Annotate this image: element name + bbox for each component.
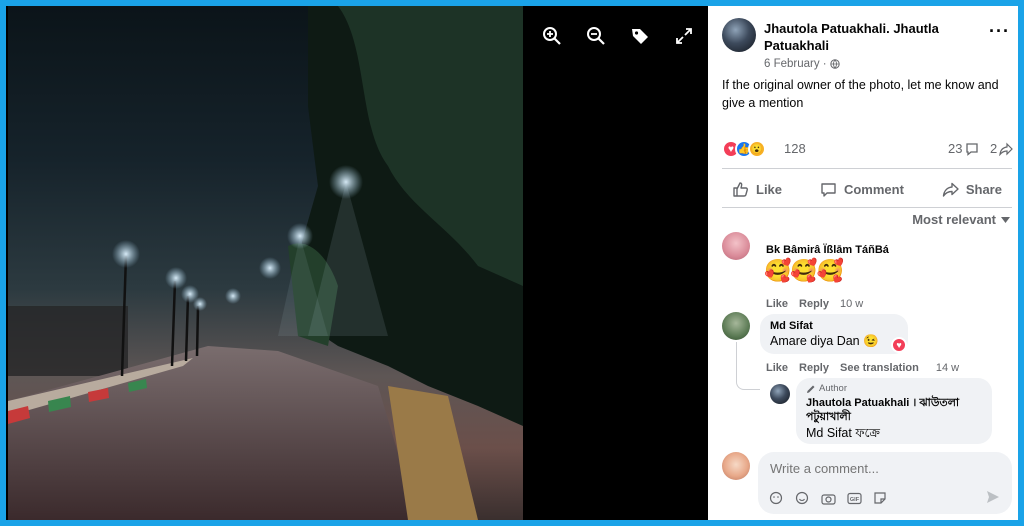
comment-like-link[interactable]: Like [766, 362, 788, 374]
post-date-text: 6 February · [764, 58, 827, 70]
tag-icon[interactable] [628, 24, 652, 48]
comment-reply-link[interactable]: Reply [799, 362, 829, 374]
comment-item: Bk Bâmirâ Ïßlām TáñBá 🥰🥰🥰 Like Reply 10 … [722, 232, 1012, 312]
globe-icon [829, 59, 840, 69]
commenter-avatar[interactable] [722, 232, 750, 260]
svg-text:GIF: GIF [849, 497, 859, 503]
zoom-in-icon[interactable] [540, 24, 564, 48]
share-arrow-icon [999, 142, 1014, 156]
photo-scene-illustration [8, 6, 523, 520]
comment-button-label: Comment [843, 181, 904, 197]
post-caption: If the original owner of the photo, let … [722, 78, 999, 110]
camera-icon[interactable] [820, 490, 836, 506]
reply-bubble: Author Jhautola Patuakhali । ঝাউতলা পটুয… [796, 378, 992, 444]
reply-text: Md Sifat ফক্রে [806, 426, 880, 440]
pencil-icon [807, 385, 815, 393]
share-count[interactable]: 2 [990, 141, 1014, 156]
comment-meta: Like Reply See translation 14 w [766, 362, 959, 374]
see-translation-link[interactable]: See translation [840, 362, 919, 374]
photo-pane [6, 6, 706, 520]
share-icon [942, 182, 959, 197]
wow-reaction-icon: 😮 [748, 140, 766, 158]
viewer-toolbar [540, 24, 696, 48]
share-button[interactable]: Share [932, 177, 1012, 202]
author-badge-label: Author [819, 383, 847, 394]
comment-bubble: Md Sifat Amare diya Dan 😉 [760, 314, 908, 354]
page-avatar[interactable] [722, 18, 756, 52]
comment-meta: Like Reply 10 w [766, 298, 863, 310]
fullscreen-icon[interactable] [672, 24, 696, 48]
share-button-label: Share [965, 181, 1002, 197]
emoji-icon[interactable] [794, 490, 810, 506]
post-side-panel: Jhautola Patuakhali. Jhautla Patuakhali … [708, 6, 1018, 520]
caret-down-icon [1001, 216, 1010, 223]
zoom-out-icon[interactable] [584, 24, 608, 48]
comment-reply-link[interactable]: Reply [799, 298, 829, 310]
like-button-label: Like [756, 181, 783, 197]
comment-count-number: 23 [948, 141, 963, 156]
commenter-name[interactable]: Bk Bâmirâ Ïßlām TáñBá [766, 244, 889, 256]
divider-bottom [722, 207, 1012, 208]
avatar-sticker-icon[interactable] [768, 490, 784, 506]
send-icon[interactable] [986, 490, 1000, 509]
comment-text: 🥰🥰🥰 [764, 258, 844, 283]
reply-thread-line [736, 342, 760, 390]
reply-author-avatar[interactable] [770, 384, 790, 404]
gif-icon[interactable]: GIF [846, 490, 862, 506]
post-header: Jhautola Patuakhali. Jhautla Patuakhali … [722, 18, 1012, 70]
post-timestamp[interactable]: 6 February · [764, 58, 840, 70]
comment-time[interactable]: 10 w [840, 298, 863, 310]
reply-item: Author Jhautola Patuakhali । ঝাউতলা পটুয… [770, 376, 1010, 448]
comment-like-link[interactable]: Like [766, 298, 788, 310]
like-button[interactable]: Like [722, 177, 792, 202]
post-stats: ♥ 👍 😮 128 23 2 [722, 138, 1014, 160]
commenter-name[interactable]: Md Sifat [770, 320, 898, 332]
commenter-avatar[interactable] [722, 312, 750, 340]
reaction-count[interactable]: 128 [784, 141, 806, 156]
page-name-link[interactable]: Jhautola Patuakhali. Jhautla Patuakhali [764, 20, 974, 54]
comment-content: Amare diya Dan 😉 [770, 334, 898, 349]
share-count-number: 2 [990, 141, 998, 156]
comment-text: Amare diya Dan 😉 [770, 334, 879, 348]
comment-bubble-icon [966, 142, 979, 156]
post-photo[interactable] [8, 6, 523, 520]
comment-time[interactable]: 14 w [936, 362, 959, 374]
current-user-avatar[interactable] [722, 452, 750, 480]
comment-count[interactable]: 23 [948, 141, 979, 156]
sort-label: Most relevant [912, 212, 996, 227]
thumbs-up-icon [733, 181, 748, 197]
post-action-bar: Like Comment Share [722, 172, 1012, 206]
reply-author-name[interactable]: Jhautola Patuakhali । ঝাউতলা পটুয়াখালী [806, 396, 982, 424]
comment-input[interactable] [770, 461, 1000, 476]
reaction-icons[interactable]: ♥ 👍 😮 [722, 140, 766, 158]
author-badge: Author [806, 383, 982, 394]
more-options-icon[interactable]: ··· [989, 22, 1010, 40]
comment-sort-dropdown[interactable]: Most relevant [912, 212, 1010, 227]
love-reaction-icon[interactable]: ♥ [891, 337, 907, 353]
comment-item: Md Sifat Amare diya Dan 😉 ♥ Like Reply S… [722, 312, 1012, 374]
composer-toolbar: GIF [768, 490, 888, 506]
divider-top [722, 168, 1012, 169]
comment-button[interactable]: Comment [810, 177, 914, 202]
comment-icon [821, 182, 836, 197]
sticker-icon[interactable] [872, 490, 888, 506]
comment-composer: GIF [758, 452, 1012, 514]
photo-viewer: Jhautola Patuakhali. Jhautla Patuakhali … [6, 6, 1018, 520]
